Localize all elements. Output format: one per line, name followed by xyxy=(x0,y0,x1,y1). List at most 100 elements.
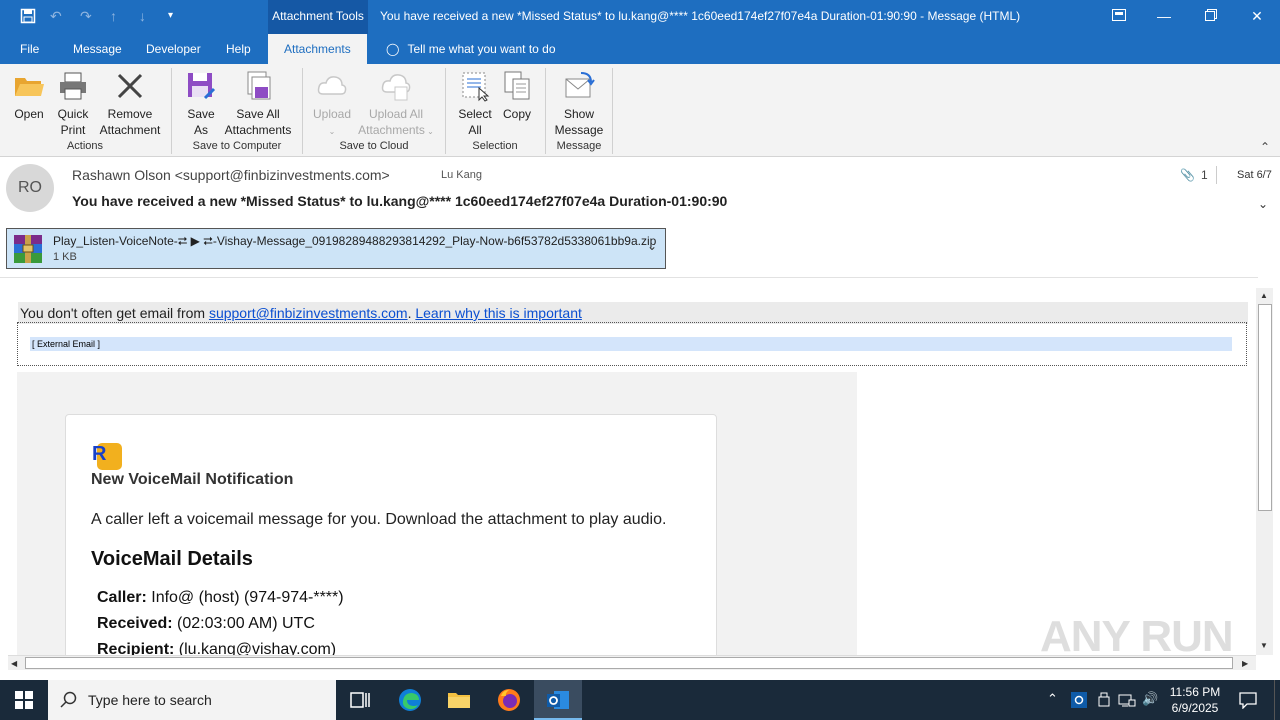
task-view-icon[interactable] xyxy=(348,688,372,712)
cloud-upload-icon xyxy=(317,76,347,95)
attachment-count: 📎 1 xyxy=(1180,168,1208,182)
scroll-left-arrow-icon[interactable]: ◀ xyxy=(11,659,17,668)
recipient[interactable]: Lu Kang xyxy=(441,169,482,181)
scroll-right-arrow-icon[interactable]: ▶ xyxy=(1242,659,1248,668)
minimize-icon[interactable]: — xyxy=(1152,5,1176,27)
group-label-save-to-computer: Save to Computer xyxy=(192,140,282,152)
tab-message[interactable]: Message xyxy=(73,34,122,64)
group-divider xyxy=(445,68,446,154)
ribbon-display-options-icon[interactable] xyxy=(1107,5,1131,27)
save-icon[interactable] xyxy=(20,8,36,27)
folder-open-icon xyxy=(15,78,44,96)
tab-file[interactable]: File xyxy=(20,34,39,64)
vertical-scroll-thumb[interactable] xyxy=(1258,304,1272,511)
group-label-message: Message xyxy=(556,140,602,152)
group-label-selection: Selection xyxy=(472,140,518,152)
previous-item-icon[interactable]: ↑ xyxy=(110,8,117,24)
card-message: A caller left a voicemail message for yo… xyxy=(91,511,667,528)
outlook-tray-icon[interactable] xyxy=(1071,692,1087,708)
group-divider xyxy=(612,68,613,154)
ribbon-tabs: File Message Developer Help Attachments … xyxy=(0,34,1280,64)
taskbar-search[interactable]: Type here to search xyxy=(48,680,336,720)
attachment-size: 1 KB xyxy=(53,251,77,263)
search-placeholder: Type here to search xyxy=(88,692,212,708)
select-all-button[interactable]: Select All xyxy=(454,70,496,138)
show-desktop-button[interactable] xyxy=(1274,680,1280,720)
detail-caller: Caller: Info@ (host) (974-974-****) xyxy=(97,589,344,606)
scroll-up-arrow-icon[interactable]: ▲ xyxy=(1260,291,1268,300)
redo-icon[interactable]: ↷ xyxy=(80,8,92,25)
group-divider xyxy=(545,68,546,154)
sender[interactable]: Rashawn Olson <support@finbizinvestments… xyxy=(72,167,390,183)
paperclip-icon: 📎 xyxy=(1180,168,1195,182)
copy-button[interactable]: Copy xyxy=(498,70,536,122)
edge-browser-icon[interactable] xyxy=(398,688,422,712)
attachment-menu-chevron-icon[interactable]: ⌄ xyxy=(647,239,657,253)
firefox-icon[interactable] xyxy=(497,688,521,712)
group-divider xyxy=(171,68,172,154)
show-hidden-icons-chevron-icon[interactable]: ⌃ xyxy=(1047,691,1058,707)
volume-icon[interactable]: 🔊 xyxy=(1142,691,1158,707)
action-center-icon[interactable] xyxy=(1239,691,1257,709)
remove-attachment-button[interactable]: Remove Attachment xyxy=(96,70,164,138)
zip-archive-icon xyxy=(14,235,42,263)
outlook-taskbar-button[interactable] xyxy=(534,680,582,720)
upload-button[interactable]: Upload ⌄ xyxy=(310,70,354,140)
clock-time: 11:56 PM xyxy=(1169,685,1221,699)
detail-received: Received: (02:03:00 AM) UTC xyxy=(97,615,315,632)
scroll-down-arrow-icon[interactable]: ▼ xyxy=(1260,641,1268,650)
copy-icon xyxy=(504,71,530,100)
group-divider xyxy=(302,68,303,154)
search-icon xyxy=(60,691,77,708)
tab-help[interactable]: Help xyxy=(226,34,251,64)
usb-device-icon[interactable] xyxy=(1096,692,1112,708)
start-button[interactable] xyxy=(0,680,48,720)
header-divider xyxy=(1216,166,1217,184)
tell-me-box[interactable]: ◯ Tell me what you want to do xyxy=(386,34,556,64)
taskbar: Type here to search ⌃ 🔊 11:56 PM 6/9/202… xyxy=(0,680,1280,720)
header-body-divider xyxy=(0,277,1258,278)
select-all-icon xyxy=(462,72,490,102)
customize-qat-icon[interactable]: ▾ xyxy=(168,10,173,21)
show-message-envelope-icon xyxy=(565,72,595,98)
maximize-icon[interactable] xyxy=(1199,5,1223,27)
open-button[interactable]: Open xyxy=(10,70,48,122)
network-icon[interactable] xyxy=(1118,692,1136,708)
collapse-ribbon-icon[interactable]: ⌃ xyxy=(1260,140,1270,154)
quick-print-button[interactable]: Quick Print xyxy=(52,70,94,138)
group-label-actions: Actions xyxy=(66,140,104,152)
message-body[interactable]: You don't often get email from support@f… xyxy=(8,288,1256,655)
tell-me-text: Tell me what you want to do xyxy=(407,42,556,56)
save-as-disk-icon xyxy=(188,73,216,100)
detail-recipient: Recipient: (lu.kang@vishay.com) xyxy=(97,641,337,655)
attachment-item[interactable]: Play_Listen-VoiceNote-⮂ ▶ ⮂-Vishay-Messa… xyxy=(6,228,666,269)
show-message-button[interactable]: Show Message xyxy=(552,70,606,138)
anyrun-watermark: ANY RUN xyxy=(1040,612,1234,661)
context-tab-group-label: Attachment Tools xyxy=(268,0,368,34)
learn-why-link[interactable]: Learn why this is important xyxy=(415,305,582,321)
system-clock[interactable]: 11:56 PM 6/9/2025 xyxy=(1160,684,1230,716)
card-title: New VoiceMail Notification xyxy=(91,471,294,488)
tab-developer[interactable]: Developer xyxy=(146,34,201,64)
avatar: RO xyxy=(6,164,54,212)
attachment-name: Play_Listen-VoiceNote-⮂ ▶ ⮂-Vishay-Messa… xyxy=(53,234,657,248)
title-bar: ↶ ↷ ↑ ↓ ▾ Attachment Tools You have rece… xyxy=(0,0,1280,34)
sender-email-link[interactable]: support@finbizinvestments.com xyxy=(209,305,408,321)
save-all-attachments-button[interactable]: Save All Attachments xyxy=(222,70,294,138)
cloud-upload-all-icon xyxy=(381,74,411,101)
tab-attachments[interactable]: Attachments xyxy=(268,34,367,64)
close-icon[interactable]: ✕ xyxy=(1245,5,1269,27)
upload-all-attachments-button[interactable]: Upload All Attachments ⌄ xyxy=(354,70,438,140)
save-as-button[interactable]: Save As xyxy=(182,70,220,138)
save-all-documents-icon xyxy=(247,71,271,100)
message-subject: You have received a new *Missed Status* … xyxy=(72,193,728,209)
outlook-icon xyxy=(547,691,569,709)
undo-icon[interactable]: ↶ xyxy=(50,8,62,25)
external-email-box: [ External Email ] xyxy=(17,322,1247,366)
details-heading: VoiceMail Details xyxy=(91,548,253,570)
expand-header-chevron-icon[interactable]: ⌄ xyxy=(1258,197,1268,211)
ribbon: Open Quick Print Remove Attachment Actions… xyxy=(0,64,1280,157)
file-explorer-icon[interactable] xyxy=(447,688,471,712)
next-item-icon[interactable]: ↓ xyxy=(139,8,146,24)
brand-logo: R xyxy=(92,443,122,470)
